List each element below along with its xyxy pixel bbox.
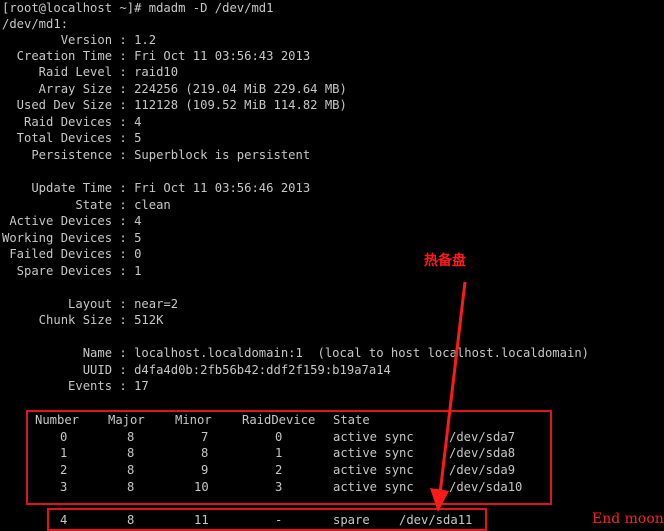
detail-spare-devices: Spare Devices : 1 [2,264,142,278]
detail-creation-time: Creation Time : Fri Oct 11 03:56:43 2013 [2,49,311,63]
detail-array-size: Array Size : 224256 (219.04 MiB 229.64 M… [2,82,347,96]
detail-active-devices: Active Devices : 4 [2,214,142,228]
detail-uuid: UUID : d4fa4d0b:2fb56b42:ddf2f159:b19a7a… [2,363,391,377]
detail-used-dev-size: Used Dev Size : 112128 (109.52 MiB 114.8… [2,98,347,112]
watermark: End moon [592,511,664,527]
detail-chunk-size: Chunk Size : 512K [2,313,164,327]
device-table-highlight-box [26,410,552,505]
detail-working-devices: Working Devices : 5 [2,231,142,245]
spare-row-highlight-box [47,508,487,531]
detail-failed-devices: Failed Devices : 0 [2,247,142,261]
detail-name: Name : localhost.localdomain:1 (local to… [2,346,589,360]
detail-version: Version : 1.2 [2,33,157,47]
detail-state: State : clean [2,198,171,212]
detail-raid-level: Raid Level : raid10 [2,65,179,79]
hot-spare-annotation: 热备盘 [424,253,466,269]
detail-total-devices: Total Devices : 5 [2,131,142,145]
detail-layout: Layout : near=2 [2,297,179,311]
device-header: /dev/md1: [2,17,69,31]
detail-raid-devices: Raid Devices : 4 [2,115,142,129]
detail-update-time: Update Time : Fri Oct 11 03:56:46 2013 [2,181,311,195]
terminal-window: [root@localhost ~]# mdadm -D /dev/md1 /d… [0,0,664,531]
detail-events: Events : 17 [2,379,149,393]
detail-persistence: Persistence : Superblock is persistent [2,148,311,162]
command-prompt: [root@localhost ~]# mdadm -D /dev/md1 [2,1,274,15]
